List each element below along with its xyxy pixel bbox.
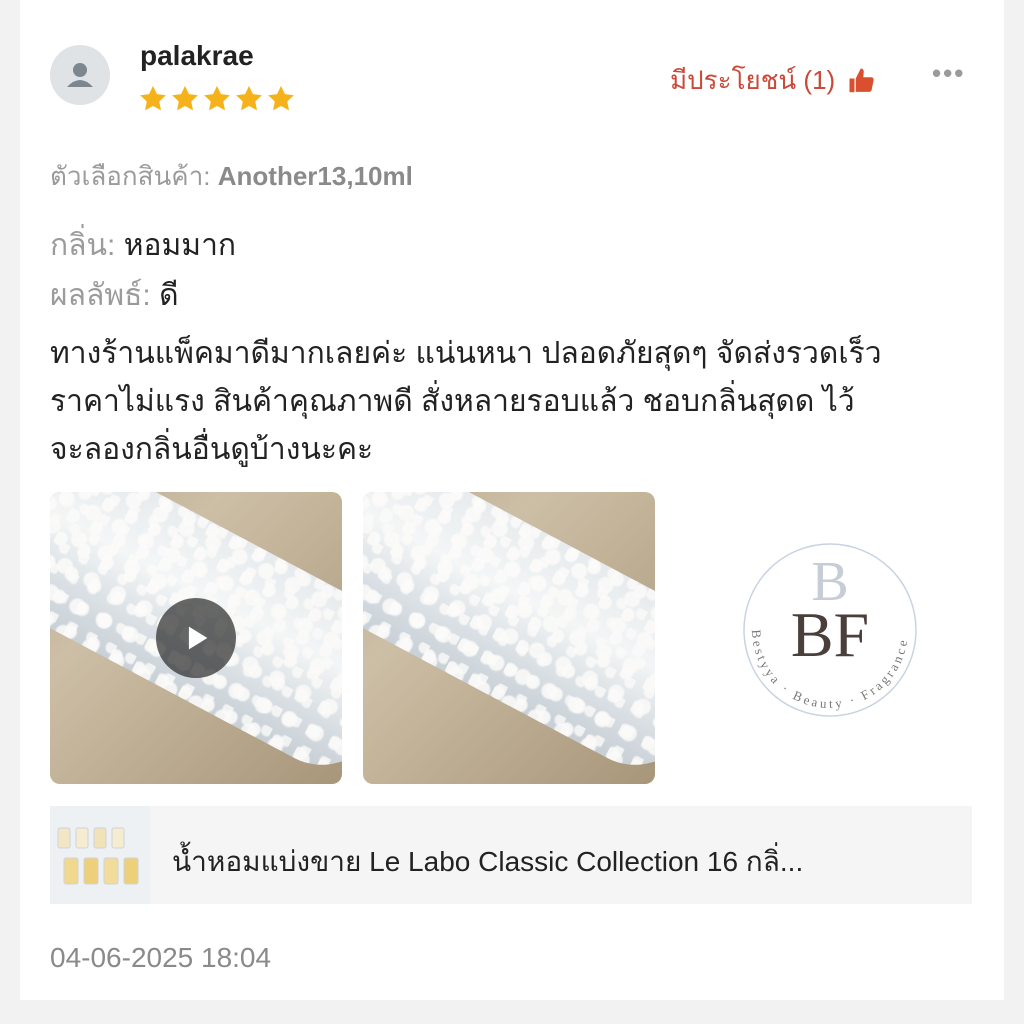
product-title: น้ำหอมแบ่งขาย Le Labo Classic Collection… <box>172 846 804 877</box>
review-line: จะลองกลิ่นอื่นดูบ้างนะคะ <box>50 433 374 466</box>
star-icon <box>204 85 230 111</box>
attribute-value: หอมมาก <box>123 229 237 262</box>
bubble-wrap-image <box>363 492 655 784</box>
review-line: ราคาไม่แรง สินค้าคุณภาพดี สั่งหลายรอบแล้… <box>50 385 855 418</box>
variation-label: ตัวเลือกสินค้า: <box>50 161 211 191</box>
variation-info: ตัวเลือกสินค้า: Another13,10ml <box>50 156 413 197</box>
star-icon <box>172 85 198 111</box>
svg-text:BF: BF <box>791 599 869 670</box>
variation-value: Another13,10ml <box>217 161 413 191</box>
shop-logo-watermark: B BF Bestyya · Beauty · Fragrance <box>743 543 917 717</box>
star-icon <box>140 85 166 111</box>
product-link[interactable]: น้ำหอมแบ่งขาย Le Labo Classic Collection… <box>50 806 972 904</box>
star-icon <box>268 85 294 111</box>
reviewer-name[interactable]: palakrae <box>140 40 254 72</box>
attribute-label: ผลลัพธ์: <box>50 279 151 312</box>
review-line: ทางร้านแพ็คมาดีมากเลยค่ะ แน่นหนา ปลอดภัย… <box>50 337 882 370</box>
play-icon[interactable] <box>156 598 236 678</box>
review-text: ทางร้านแพ็คมาดีมากเลยค่ะ แน่นหนา ปลอดภัย… <box>50 330 990 474</box>
helpful-label: มีประโยชน์ (1) <box>670 65 836 95</box>
star-rating <box>138 84 296 114</box>
helpful-button[interactable]: มีประโยชน์ (1) <box>670 60 877 101</box>
product-thumbnail <box>50 806 150 904</box>
attribute-value: ดี <box>159 279 179 312</box>
user-icon <box>67 63 93 87</box>
thumbs-up-icon <box>849 68 874 92</box>
review-video-thumbnail[interactable] <box>50 492 342 784</box>
attribute-result: ผลลัพธ์: ดี <box>50 272 179 319</box>
avatar[interactable] <box>50 45 110 105</box>
review-photo-thumbnail[interactable] <box>363 492 655 784</box>
attribute-label: กลิ่น: <box>50 229 116 262</box>
star-icon <box>236 85 262 111</box>
review-card: palakrae มีประโยชน์ (1) ••• ตัวเลือกสินค… <box>20 0 1004 1000</box>
more-options-button[interactable]: ••• <box>932 58 965 89</box>
attribute-scent: กลิ่น: หอมมาก <box>50 222 236 269</box>
review-date: 04-06-2025 18:04 <box>50 942 272 973</box>
